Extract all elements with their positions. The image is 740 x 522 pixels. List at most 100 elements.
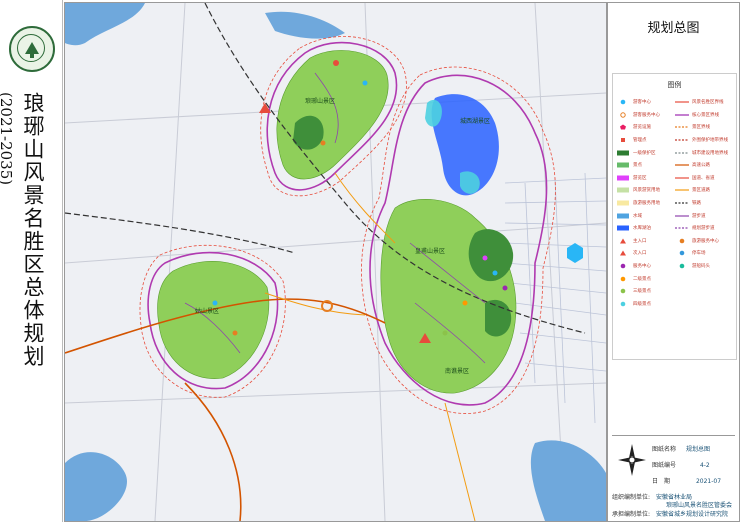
legend-item: 风景名胜区界线: [675, 96, 728, 109]
legend-item: 景区道路: [675, 184, 728, 197]
legend-item: 城市建设用地界线: [675, 146, 728, 159]
legend-symbol-icon: [675, 200, 689, 206]
legend-symbol-icon: [616, 238, 630, 244]
legend-label: 次入口: [633, 251, 647, 257]
legend-panel: 规划总图 图例 游客中心游客服务中心游览设施管理点一级保护区景点游览区风景游赏用…: [607, 2, 740, 522]
legend-item: 水域: [616, 209, 660, 222]
legend-label: 一级保护区: [633, 150, 656, 156]
legend-column-left: 游客中心 游客服务中心 游览设施 管理点 一级保护区 景点 游览区 风景游赏用地 旅游服务用地水…: [616, 96, 660, 310]
legend-symbol-icon: [616, 225, 630, 231]
legend-label: 景点: [633, 163, 642, 169]
legend-item: 游览区: [616, 172, 660, 185]
legend-item: 服务中心: [616, 260, 660, 273]
legend-symbol-icon: [675, 238, 689, 244]
legend-label: 城市建设用地界线: [692, 150, 728, 156]
legend-item: 游船码头: [675, 260, 728, 273]
legend-symbol-icon: [675, 150, 689, 156]
legend-label: 高速公路: [692, 163, 710, 169]
legend-symbol-icon: [675, 99, 689, 105]
legend-label: 二级景点: [633, 276, 651, 282]
legend-label: 停车场: [692, 251, 706, 257]
legend-label: 景区界线: [692, 125, 710, 131]
legend-label: 旅游服务用地: [633, 201, 660, 207]
legend-label: 风景游赏用地: [633, 188, 660, 194]
legend-symbol-icon: [675, 213, 689, 219]
drawing-name-row: 图纸名称 规划总图: [652, 446, 710, 453]
legend-symbol-icon: [675, 250, 689, 256]
legend-label: 核心景区界线: [692, 112, 719, 118]
legend-item: 铁路: [675, 197, 728, 210]
legend-item: 二级景点: [616, 272, 660, 285]
plan-title: 规划总图: [647, 21, 700, 36]
legend-symbol-icon: [616, 124, 630, 130]
legend-item: 停车场: [675, 247, 728, 260]
legend-symbol-icon: [675, 263, 689, 269]
legend-item: 景点: [616, 159, 660, 172]
legend-label: 规划游步道: [692, 226, 715, 232]
legend-item: 游步道: [675, 209, 728, 222]
legend-item: 游客中心: [616, 96, 660, 109]
master-plan-map[interactable]: 琅琊山景区 城西湖景区 姑山景区 皇甫山景区 南谯景区: [64, 2, 607, 522]
logo-emblem: [9, 26, 55, 72]
north-arrow-icon: [618, 444, 646, 476]
legend-item: 游览设施: [616, 121, 660, 134]
legend-label: 景区道路: [692, 188, 710, 194]
legend-item: 水库湖泊: [616, 222, 660, 235]
title-block: 图纸名称 规划总图 图纸编号 4-2 日 期 2021-07 组织编制单位: 安…: [612, 435, 735, 518]
legend-symbol-icon: [616, 99, 630, 105]
legend-label: 铁路: [692, 201, 701, 207]
legend-item: 次入口: [616, 247, 660, 260]
legend-symbol-icon: [616, 263, 630, 269]
legend-symbol-icon: [616, 112, 630, 118]
legend-label: 游览区: [633, 175, 647, 181]
zone-label: 南谯景区: [445, 367, 469, 375]
legend-item: 游客服务中心: [616, 109, 660, 122]
legend-label: 国道、省道: [692, 175, 715, 181]
legend-item: 旅游服务中心: [675, 235, 728, 248]
legend-symbol-icon: [616, 213, 630, 219]
legend: 图例 游客中心 游客服务中心 游览设施 管理点 一级保护区 景点 游览区 风景游赏用地 旅游服务…: [612, 73, 737, 360]
plan-years: (2021-2035): [0, 92, 15, 186]
legend-symbol-icon: [616, 200, 630, 206]
date-row: 日 期 2021-07: [652, 478, 722, 485]
legend-symbol-icon: [675, 175, 689, 181]
legend-label: 旅游服务中心: [692, 238, 719, 244]
legend-item: 景区界线: [675, 121, 728, 134]
legend-item: 外围保护地带界线: [675, 134, 728, 147]
legend-symbol-icon: [675, 112, 689, 118]
legend-item: 一级保护区: [616, 146, 660, 159]
legend-symbol-icon: [616, 162, 630, 168]
legend-label: 管理点: [633, 138, 647, 144]
legend-label: 游客中心: [633, 100, 651, 106]
legend-label: 服务中心: [633, 264, 651, 270]
author-row: 承担编制单位: 安徽省城乡规划设计研究院: [612, 511, 728, 518]
legend-item: 国道、省道: [675, 172, 728, 185]
legend-item: 风景游赏用地: [616, 184, 660, 197]
legend-symbol-icon: [616, 175, 630, 181]
legend-item: 旅游服务用地: [616, 197, 660, 210]
drawing-no-row: 图纸编号 4-2: [652, 462, 710, 469]
title-banner: 琅琊山风景名胜区总体规划 (2021-2035): [0, 0, 63, 522]
legend-symbol-icon: [616, 187, 630, 193]
zone-label: 姑山景区: [195, 307, 219, 315]
legend-label: 三级景点: [633, 289, 651, 295]
legend-symbol-icon: [675, 137, 689, 143]
legend-symbol-icon: [675, 187, 689, 193]
legend-label: 水域: [633, 213, 642, 219]
legend-label: 风景名胜区界线: [692, 100, 724, 106]
legend-symbol-icon: [616, 276, 630, 282]
legend-label: 主入口: [633, 238, 647, 244]
legend-symbol-icon: [616, 250, 630, 256]
legend-symbol-icon: [675, 124, 689, 130]
zone-label: 城西湖景区: [460, 117, 490, 125]
legend-item: 主入口: [616, 235, 660, 248]
legend-item: 四级景点: [616, 298, 660, 311]
legend-label: 游步道: [692, 213, 706, 219]
zone-label: 琅琊山景区: [305, 97, 335, 105]
legend-label: 四级景点: [633, 301, 651, 307]
legend-label: 游览设施: [633, 125, 651, 131]
legend-item: 核心景区界线: [675, 109, 728, 122]
legend-item: 管理点: [616, 134, 660, 147]
legend-heading: 图例: [667, 81, 682, 89]
legend-item: 高速公路: [675, 159, 728, 172]
